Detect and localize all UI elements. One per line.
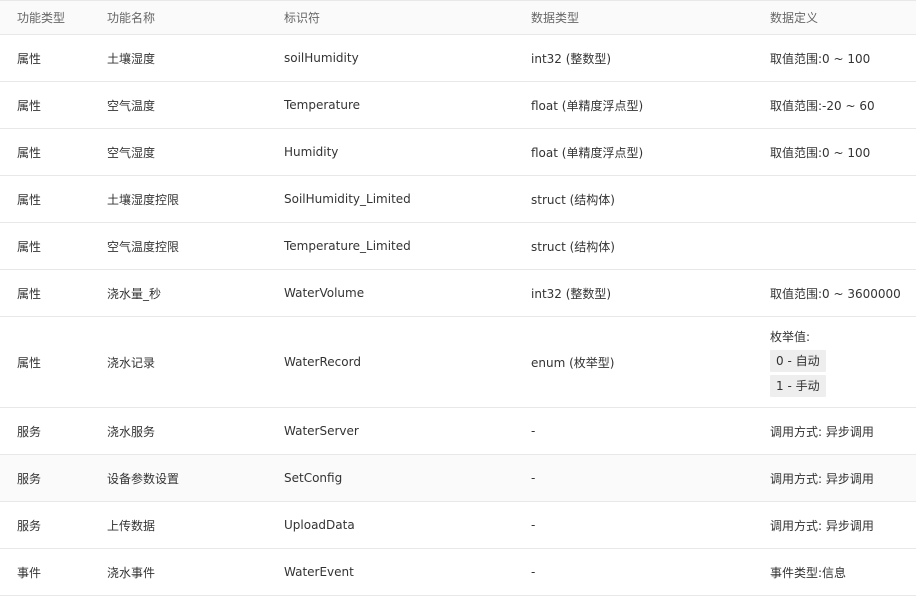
table-row: 属性 空气温度 Temperature float (单精度浮点型) 取值范围:… bbox=[0, 82, 916, 129]
cell-data-definition: 取值范围:-20 ~ 60 bbox=[770, 98, 875, 113]
header-data-definition: 数据定义 bbox=[770, 11, 819, 25]
cell-function-name: 上传数据 bbox=[107, 518, 156, 533]
cell-data-type: - bbox=[531, 565, 536, 579]
cell-function-name: 浇水记录 bbox=[107, 355, 156, 370]
table-row: 属性 空气湿度 Humidity float (单精度浮点型) 取值范围:0 ~… bbox=[0, 129, 916, 176]
cell-data-type: int32 (整数型) bbox=[531, 51, 612, 66]
cell-data-type: struct (结构体) bbox=[531, 192, 615, 207]
cell-function-name: 设备参数设置 bbox=[107, 471, 180, 486]
cell-data-definition bbox=[770, 176, 916, 222]
enum-values: 枚举值: 0 - 自动 1 - 手动 bbox=[770, 328, 826, 397]
cell-function-type: 属性 bbox=[17, 192, 42, 207]
cell-function-type: 服务 bbox=[17, 518, 42, 533]
cell-data-type: float (单精度浮点型) bbox=[531, 145, 644, 160]
cell-data-definition: 调用方式: 异步调用 bbox=[770, 518, 874, 533]
cell-data-type: int32 (整数型) bbox=[531, 286, 612, 301]
cell-data-definition bbox=[770, 223, 916, 269]
cell-function-name: 浇水量_秒 bbox=[107, 286, 162, 301]
cell-function-type: 属性 bbox=[17, 51, 42, 66]
cell-function-name: 土壤湿度控限 bbox=[107, 192, 180, 207]
cell-data-definition: 调用方式: 异步调用 bbox=[770, 424, 874, 439]
function-definition-table: 功能类型 功能名称 标识符 数据类型 数据定义 属性 土壤湿度 soilHumi… bbox=[0, 0, 916, 596]
cell-data-definition: 事件类型:信息 bbox=[770, 565, 847, 580]
cell-identifier: SoilHumidity_Limited bbox=[284, 192, 411, 206]
table-row: 服务 浇水服务 WaterServer - 调用方式: 异步调用 bbox=[0, 408, 916, 455]
table-row: 属性 浇水记录 WaterRecord enum (枚举型) 枚举值: 0 - … bbox=[0, 317, 916, 408]
header-data-type: 数据类型 bbox=[531, 11, 580, 25]
cell-identifier: Temperature bbox=[284, 98, 361, 112]
cell-identifier: UploadData bbox=[284, 518, 355, 532]
cell-data-type: - bbox=[531, 424, 536, 438]
table-row: 属性 土壤湿度 soilHumidity int32 (整数型) 取值范围:0 … bbox=[0, 35, 916, 82]
table-row: 服务 上传数据 UploadData - 调用方式: 异步调用 bbox=[0, 502, 916, 549]
cell-function-type: 属性 bbox=[17, 239, 42, 254]
cell-data-type: struct (结构体) bbox=[531, 239, 615, 254]
cell-identifier: WaterEvent bbox=[284, 565, 354, 579]
cell-function-type: 属性 bbox=[17, 145, 42, 160]
cell-function-name: 空气湿度 bbox=[107, 145, 156, 160]
enum-label: 枚举值: bbox=[770, 329, 811, 344]
cell-function-type: 属性 bbox=[17, 286, 42, 301]
cell-function-name: 空气温度 bbox=[107, 98, 156, 113]
header-function-type: 功能类型 bbox=[17, 11, 66, 25]
table-row: 属性 土壤湿度控限 SoilHumidity_Limited struct (结… bbox=[0, 176, 916, 223]
enum-value-tag: 0 - 自动 bbox=[770, 349, 826, 372]
table-header: 功能类型 功能名称 标识符 数据类型 数据定义 bbox=[0, 0, 916, 35]
header-identifier: 标识符 bbox=[284, 11, 321, 25]
table-row: 服务 设备参数设置 SetConfig - 调用方式: 异步调用 bbox=[0, 455, 916, 502]
cell-data-type: - bbox=[531, 471, 536, 485]
cell-data-definition: 调用方式: 异步调用 bbox=[770, 471, 874, 486]
cell-function-type: 服务 bbox=[17, 471, 42, 486]
cell-identifier: WaterRecord bbox=[284, 355, 361, 369]
enum-value-tag: 1 - 手动 bbox=[770, 374, 826, 397]
cell-data-definition: 取值范围:0 ~ 100 bbox=[770, 145, 871, 160]
table-row: 属性 空气温度控限 Temperature_Limited struct (结构… bbox=[0, 223, 916, 270]
cell-function-type: 事件 bbox=[17, 565, 42, 580]
cell-function-type: 服务 bbox=[17, 424, 42, 439]
cell-data-type: float (单精度浮点型) bbox=[531, 98, 644, 113]
cell-data-type: - bbox=[531, 518, 536, 532]
cell-identifier: WaterServer bbox=[284, 424, 359, 438]
cell-identifier: Temperature_Limited bbox=[284, 239, 411, 253]
header-function-name: 功能名称 bbox=[107, 11, 156, 25]
table-row: 事件 浇水事件 WaterEvent - 事件类型:信息 bbox=[0, 549, 916, 596]
cell-data-definition: 枚举值: 0 - 自动 1 - 手动 bbox=[770, 317, 916, 407]
cell-identifier: SetConfig bbox=[284, 471, 343, 485]
cell-data-definition: 取值范围:0 ~ 100 bbox=[770, 51, 871, 66]
cell-function-name: 浇水事件 bbox=[107, 565, 156, 580]
cell-identifier: soilHumidity bbox=[284, 51, 359, 65]
cell-function-type: 属性 bbox=[17, 355, 42, 370]
cell-function-name: 浇水服务 bbox=[107, 424, 156, 439]
cell-function-name: 空气温度控限 bbox=[107, 239, 180, 254]
cell-identifier: Humidity bbox=[284, 145, 339, 159]
cell-identifier: WaterVolume bbox=[284, 286, 365, 300]
cell-function-name: 土壤湿度 bbox=[107, 51, 156, 66]
table-row: 属性 浇水量_秒 WaterVolume int32 (整数型) 取值范围:0 … bbox=[0, 270, 916, 317]
cell-data-definition: 取值范围:0 ~ 3600000 bbox=[770, 286, 901, 301]
cell-function-type: 属性 bbox=[17, 98, 42, 113]
cell-data-type: enum (枚举型) bbox=[531, 355, 615, 370]
